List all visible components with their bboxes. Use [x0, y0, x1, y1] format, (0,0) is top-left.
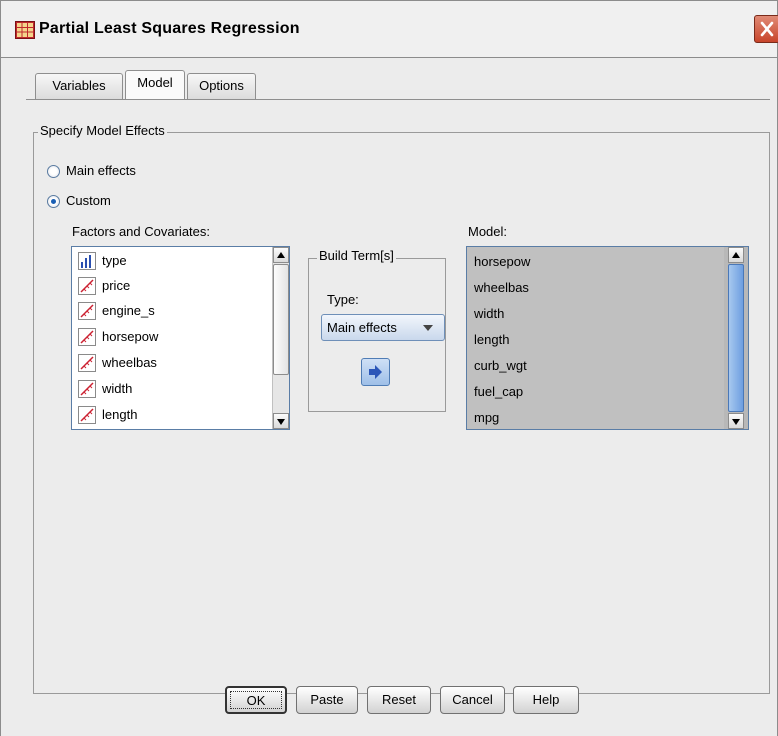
scroll-thumb[interactable]	[273, 264, 289, 375]
scroll-thumb[interactable]	[728, 264, 744, 412]
chevron-down-icon	[423, 325, 433, 331]
nominal-bars-icon	[78, 252, 96, 270]
arrow-down-icon	[732, 419, 740, 425]
close-icon	[760, 21, 774, 37]
focus-rect	[230, 691, 282, 709]
model-label: Model:	[468, 224, 508, 239]
tab-divider	[26, 99, 770, 100]
custom-label: Custom	[66, 193, 111, 208]
factors-covariates-list[interactable]: type price engine_s horsepow wheelbas wi…	[71, 246, 290, 430]
type-label: Type:	[327, 292, 359, 307]
help-button[interactable]: Help	[513, 686, 579, 714]
scale-ruler-icon	[78, 302, 96, 320]
window-title: Partial Least Squares Regression	[39, 20, 300, 37]
tab-options[interactable]: Options	[187, 73, 256, 99]
title-bar: Partial Least Squares Regression	[0, 0, 778, 58]
model-effects-group-title: Specify Model Effects	[38, 123, 167, 138]
scale-ruler-icon	[78, 328, 96, 346]
type-dropdown[interactable]: Main effects	[321, 314, 445, 341]
model-item-mpg[interactable]: mpg	[474, 405, 499, 431]
factors-covariates-label: Factors and Covariates:	[72, 224, 211, 239]
add-term-button[interactable]	[361, 358, 390, 386]
reset-button[interactable]: Reset	[367, 686, 431, 714]
tab-model[interactable]: Model	[125, 70, 185, 100]
close-button[interactable]	[754, 15, 778, 43]
model-list[interactable]: horsepow wheelbas width length curb_wgt …	[466, 246, 749, 430]
scale-ruler-icon	[78, 277, 96, 295]
arrow-up-icon	[732, 252, 740, 258]
scale-ruler-icon	[78, 354, 96, 372]
type-dropdown-value: Main effects	[327, 320, 397, 335]
cancel-button[interactable]: Cancel	[440, 686, 505, 714]
ok-button[interactable]: OK	[225, 686, 287, 714]
scale-ruler-icon	[78, 380, 96, 398]
arrow-down-icon	[277, 419, 285, 425]
paste-button[interactable]: Paste	[296, 686, 358, 714]
main-effects-radio[interactable]	[47, 165, 60, 178]
model-item-width[interactable]: width	[474, 301, 504, 327]
arrow-right-icon	[369, 365, 382, 379]
custom-radio[interactable]	[47, 195, 60, 208]
model-item-fuel-cap[interactable]: fuel_cap	[474, 379, 523, 405]
scroll-up-button[interactable]	[728, 247, 744, 263]
model-item-curb-wgt[interactable]: curb_wgt	[474, 353, 527, 379]
app-icon	[15, 21, 35, 39]
model-item-horsepow[interactable]: horsepow	[474, 249, 530, 275]
scroll-down-button[interactable]	[273, 413, 289, 429]
build-terms-title: Build Term[s]	[317, 248, 396, 263]
model-item-length[interactable]: length	[474, 327, 509, 353]
scroll-down-button[interactable]	[728, 413, 744, 429]
factors-scrollbar[interactable]	[272, 247, 289, 429]
tab-variables[interactable]: Variables	[35, 73, 123, 99]
model-scrollbar[interactable]	[723, 247, 748, 429]
scale-ruler-icon	[78, 406, 96, 424]
scroll-up-button[interactable]	[273, 247, 289, 263]
main-effects-label: Main effects	[66, 163, 136, 178]
model-item-wheelbas[interactable]: wheelbas	[474, 275, 529, 301]
arrow-up-icon	[277, 252, 285, 258]
